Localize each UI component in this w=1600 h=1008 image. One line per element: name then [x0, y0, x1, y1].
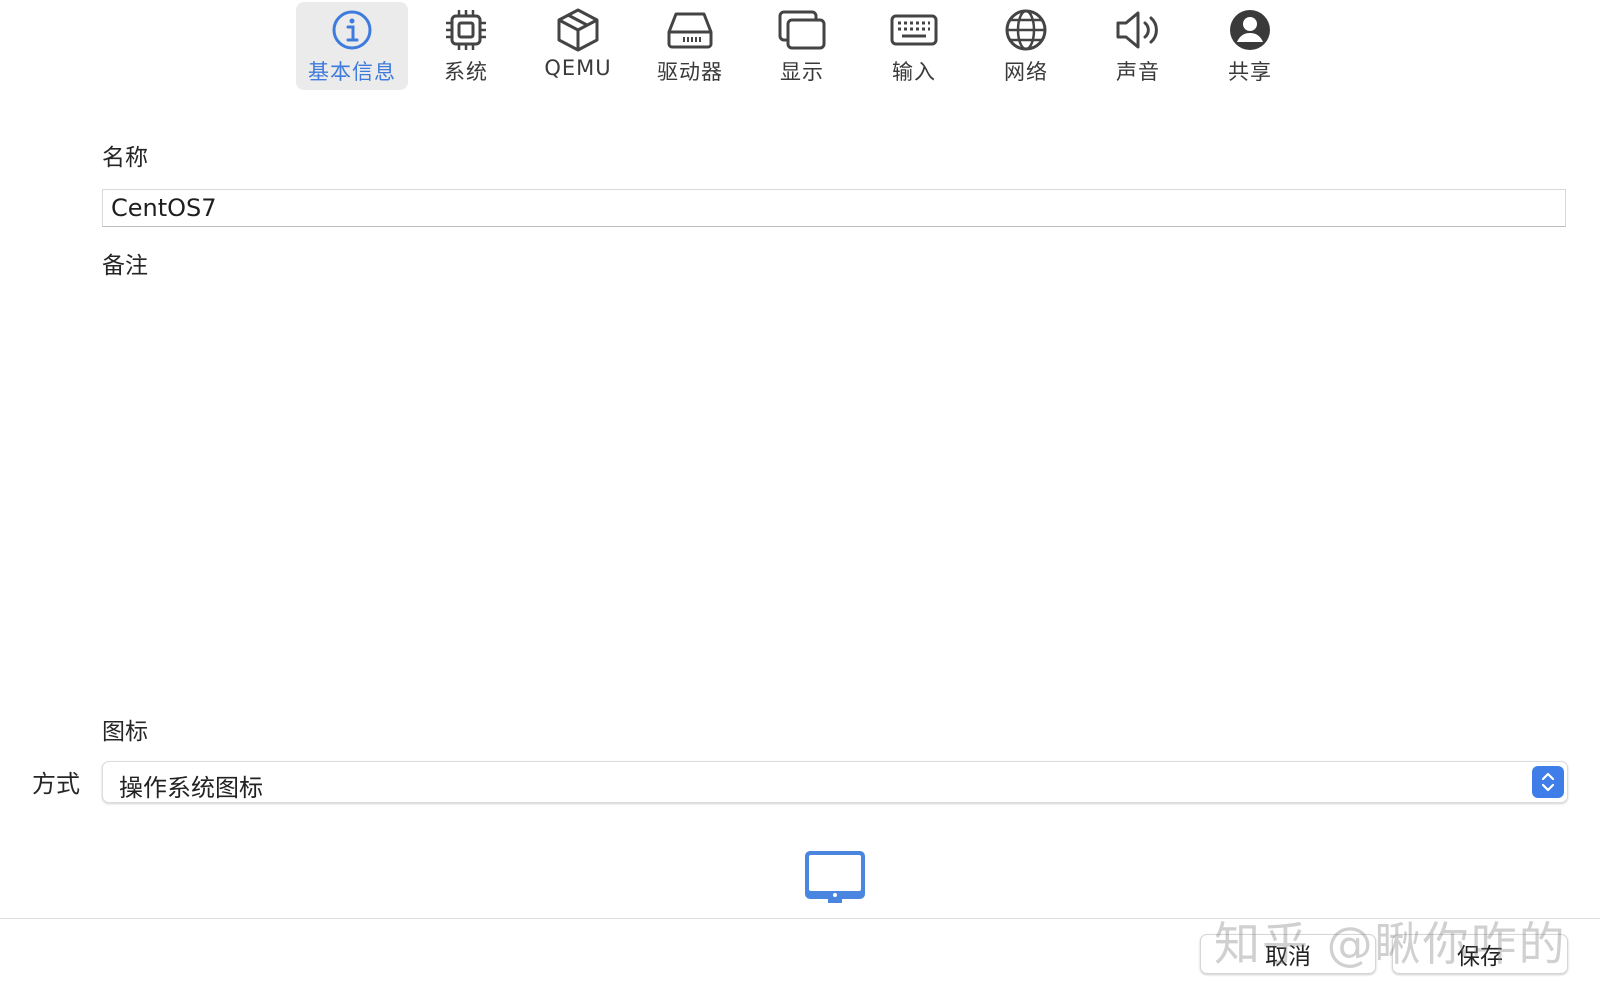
speaker-icon — [1112, 8, 1164, 52]
tab-network[interactable]: 网络 — [970, 2, 1082, 90]
display-icon — [776, 8, 828, 52]
tab-label: 输入 — [892, 60, 936, 84]
icon-method-select[interactable]: 操作系统图标 — [102, 761, 1568, 803]
settings-toolbar: 基本信息 系统 QEMU 驱动器 显示 输入 网络 声音 共享 — [0, 0, 1600, 92]
tab-basic-info[interactable]: 基本信息 — [296, 2, 408, 90]
tab-drives[interactable]: 驱动器 — [634, 2, 746, 90]
name-field[interactable] — [102, 189, 1566, 227]
tab-label: 显示 — [780, 60, 824, 84]
tab-sharing[interactable]: 共享 — [1194, 2, 1306, 90]
notes-field[interactable] — [102, 290, 1570, 694]
tab-label: 基本信息 — [308, 60, 396, 84]
person-icon — [1224, 8, 1276, 52]
cpu-icon — [440, 8, 492, 52]
drive-icon — [664, 8, 716, 52]
tab-display[interactable]: 显示 — [746, 2, 858, 90]
info-icon — [326, 8, 378, 52]
tab-label: 系统 — [444, 60, 488, 84]
tab-sound[interactable]: 声音 — [1082, 2, 1194, 90]
tab-label: 驱动器 — [657, 60, 723, 84]
select-stepper-icon — [1532, 766, 1564, 798]
icon-section-label: 图标 — [102, 719, 148, 745]
save-button[interactable]: 保存 — [1392, 934, 1568, 974]
tab-qemu[interactable]: QEMU — [522, 2, 634, 90]
footer-divider — [0, 918, 1600, 919]
icon-method-value: 操作系统图标 — [119, 774, 263, 802]
tab-label: QEMU — [544, 56, 612, 80]
keyboard-icon — [888, 8, 940, 52]
computer-display-icon — [804, 850, 866, 904]
globe-icon — [1000, 8, 1052, 52]
tab-label: 声音 — [1116, 60, 1160, 84]
method-label: 方式 — [32, 770, 80, 798]
notes-label: 备注 — [102, 253, 148, 279]
name-label: 名称 — [102, 145, 148, 171]
tab-input[interactable]: 输入 — [858, 2, 970, 90]
tab-system[interactable]: 系统 — [410, 2, 522, 90]
box-icon — [552, 8, 604, 52]
cancel-button[interactable]: 取消 — [1200, 934, 1376, 974]
tab-label: 网络 — [1004, 60, 1048, 84]
tab-label: 共享 — [1228, 60, 1272, 84]
